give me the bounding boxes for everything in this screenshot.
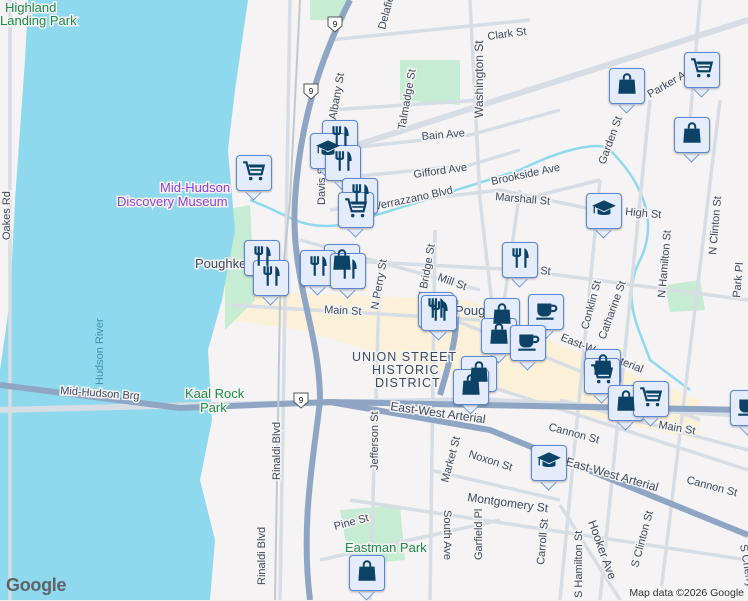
label-main-st: Main St (324, 304, 362, 318)
label-museum-2[interactable]: Discovery Museum (116, 193, 230, 211)
coffee-marker[interactable] (730, 390, 748, 436)
shop-marker[interactable] (674, 117, 712, 163)
coffee-icon (515, 328, 541, 359)
label-jefferson-st: Jefferson St (369, 412, 381, 471)
marker-box (586, 193, 622, 229)
restaurant-icon (330, 148, 356, 179)
marker-box (730, 390, 748, 426)
marker-box (510, 325, 546, 361)
label-district-3: DISTRICT (375, 376, 441, 390)
svg-text:9: 9 (299, 396, 304, 405)
shop-icon (458, 372, 484, 403)
shop-icon (614, 71, 640, 102)
label-district: UNION STREET (352, 350, 457, 364)
label-city-east: Poug (455, 303, 485, 318)
label-garfield-pl: Garfield Pl (473, 509, 485, 560)
label-kaal-rock-2: Park (200, 400, 227, 415)
cart-icon (241, 158, 267, 189)
cart-icon (638, 384, 664, 415)
shop-icon (679, 120, 705, 151)
marker-box (330, 253, 366, 289)
education-icon (536, 448, 562, 479)
cart-marker[interactable] (236, 155, 274, 201)
cart-icon (689, 55, 715, 86)
coffee-marker[interactable] (510, 325, 548, 371)
label-rinaldi-blvd: Rinaldi Blvd (271, 422, 283, 480)
cart-marker[interactable] (684, 52, 722, 98)
svg-text:9: 9 (309, 87, 314, 96)
label-eastman-park: Eastman Park (345, 540, 427, 555)
cart-icon (343, 195, 369, 226)
label-s-hamilton-st: S Hamilton St (573, 531, 585, 598)
education-marker[interactable] (586, 193, 624, 239)
label-city-west: Poughke (195, 256, 246, 271)
shop-icon (486, 321, 512, 352)
education-icon (591, 196, 617, 227)
marker-box (338, 192, 374, 228)
svg-text:9: 9 (333, 20, 338, 29)
cart-marker[interactable] (633, 381, 671, 427)
label-district-2: HISTORIC (372, 363, 440, 377)
google-logo: Google (6, 575, 67, 595)
label-highland-park-2: Landing Park (0, 13, 77, 28)
restaurant-icon (507, 245, 533, 276)
restaurant-marker[interactable] (502, 242, 540, 288)
marker-box (349, 555, 385, 591)
marker-box (502, 242, 538, 278)
label-south-ave: South Ave (441, 510, 453, 560)
shop-icon (354, 558, 380, 589)
label-kaal-rock: Kaal Rock (185, 386, 245, 401)
label-hudson-river: Hudson River (94, 318, 106, 385)
restaurant-marker[interactable] (421, 295, 459, 341)
restaurant-icon (335, 256, 361, 287)
restaurant-marker[interactable] (253, 260, 291, 306)
marker-box (453, 369, 489, 405)
shop-marker[interactable] (609, 68, 647, 114)
marker-box (674, 117, 710, 153)
marker-box (253, 260, 289, 296)
marker-box (325, 145, 361, 181)
restaurant-icon (426, 298, 452, 329)
marker-box (236, 155, 272, 191)
coffee-icon (533, 297, 559, 328)
coffee-icon (735, 393, 748, 424)
label-oakes-rd: Oakes Rd (1, 191, 13, 240)
restaurant-icon (258, 263, 284, 294)
marker-box (684, 52, 720, 88)
label-rinaldi-blvd-2: Rinaldi Blvd (256, 527, 268, 585)
education-marker[interactable] (531, 445, 569, 491)
label-museum[interactable]: Mid-Hudson (159, 179, 232, 197)
marker-box (421, 295, 457, 331)
map-attribution[interactable]: Map data ©2026 Google (625, 586, 748, 600)
label-st: St (540, 265, 551, 278)
restaurant-icon (305, 253, 331, 284)
restaurant-marker[interactable] (330, 253, 368, 299)
label-washington-st: Washington St (472, 40, 486, 118)
marker-box (531, 445, 567, 481)
shop-marker[interactable] (349, 555, 387, 601)
marker-box (609, 68, 645, 104)
